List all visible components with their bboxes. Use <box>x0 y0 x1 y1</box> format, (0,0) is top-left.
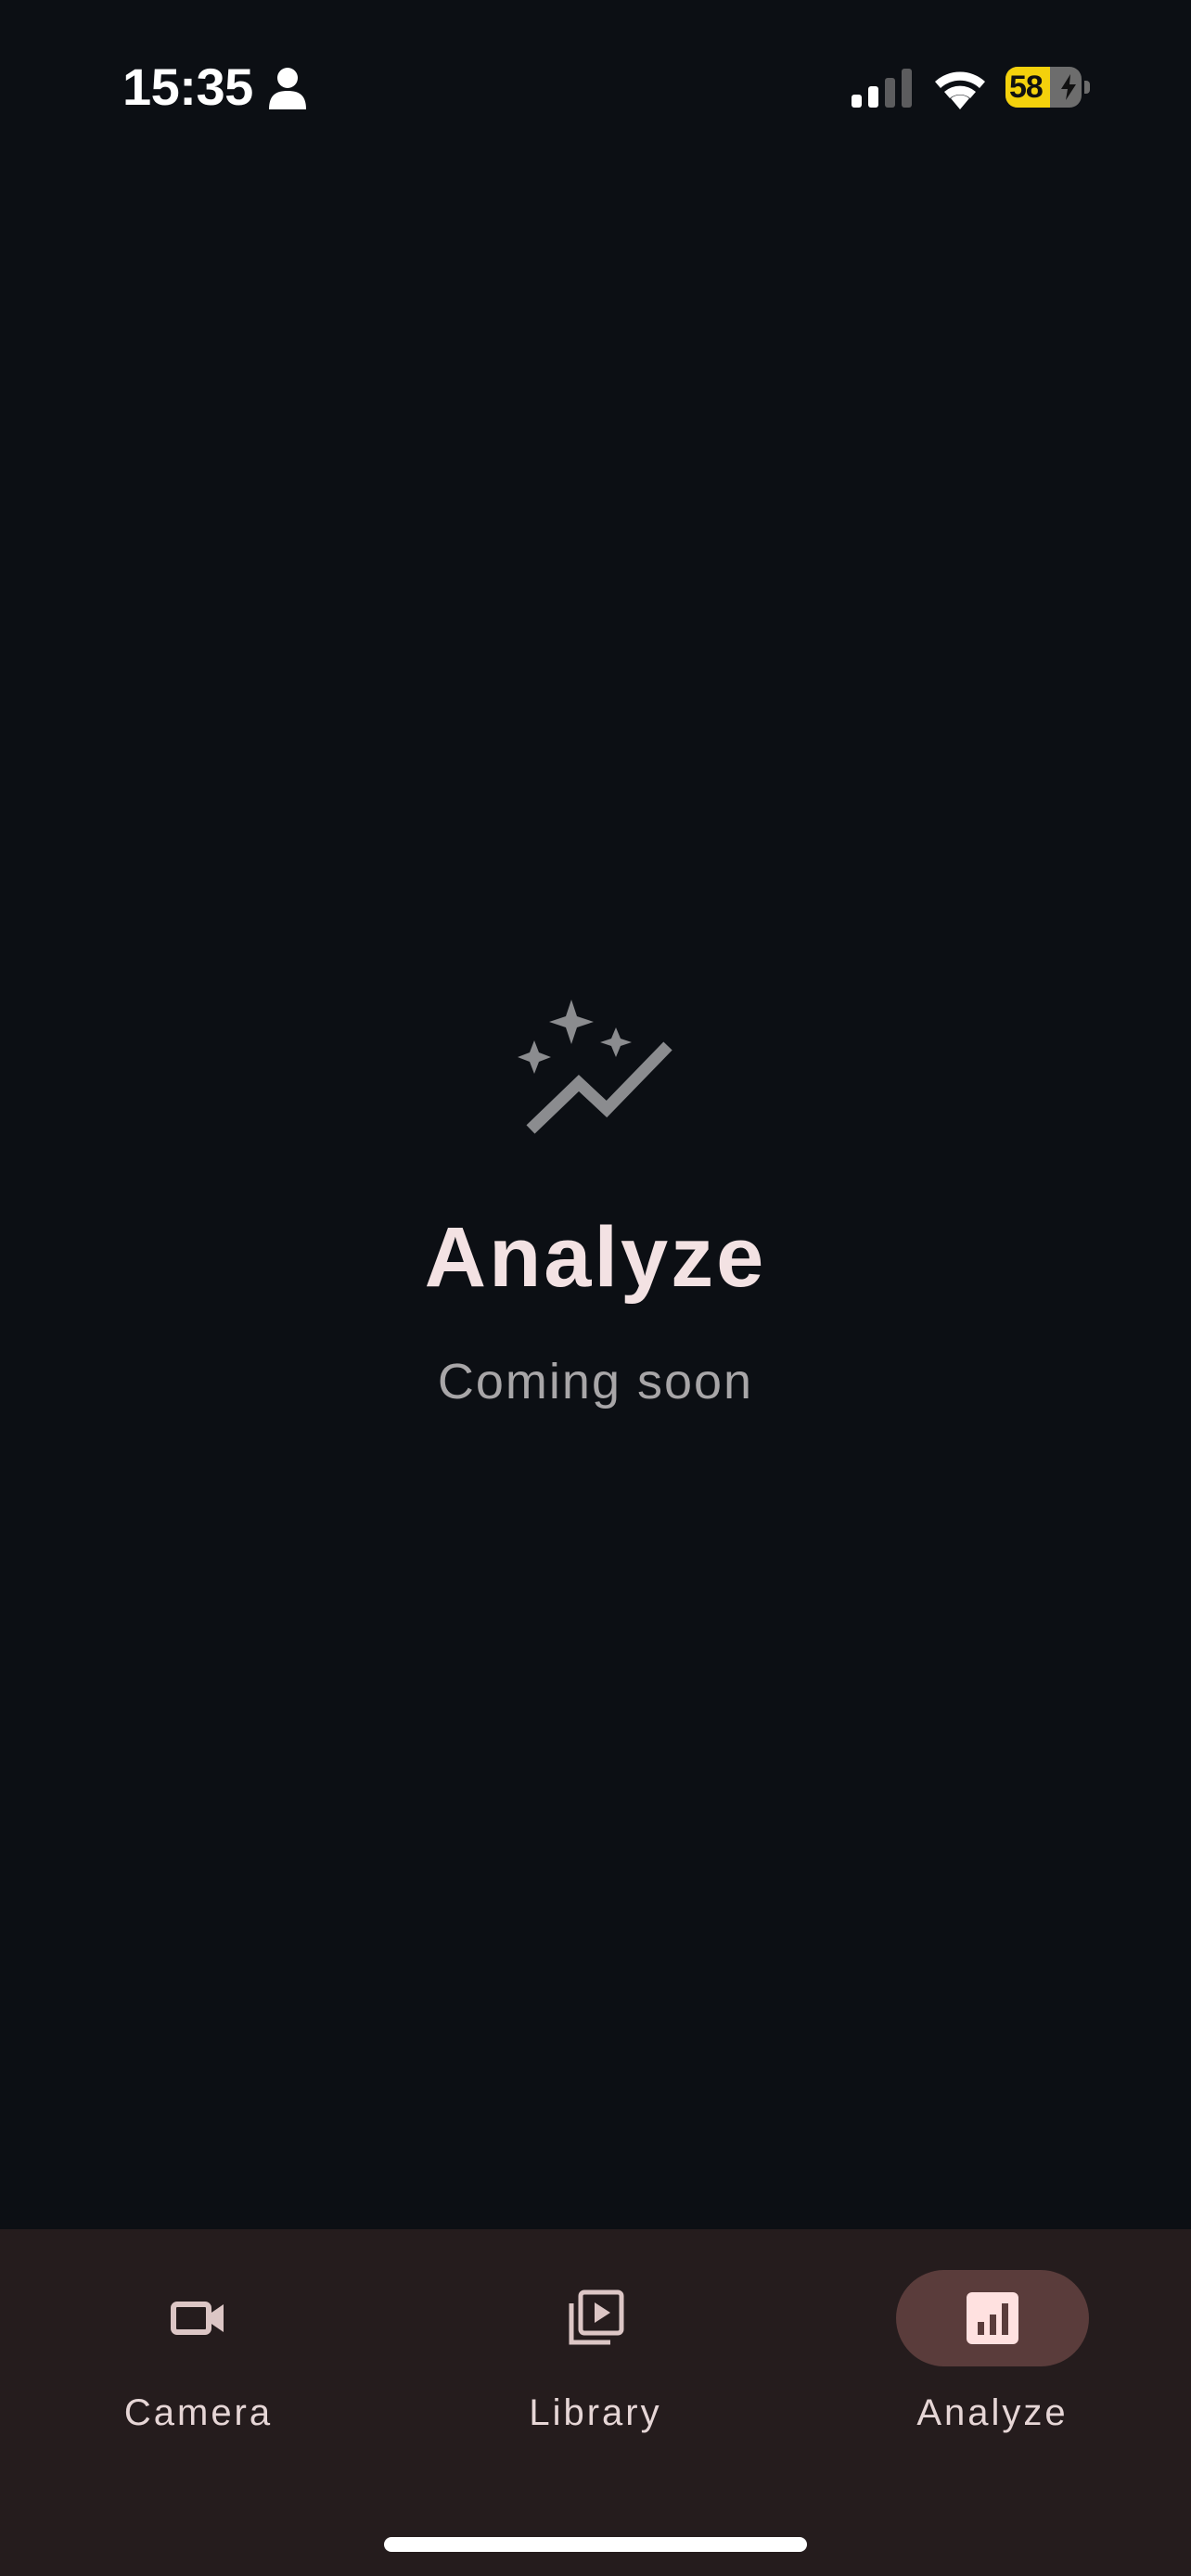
video-library-icon <box>569 2289 624 2345</box>
page-title: Analyze <box>424 1210 767 1305</box>
bottom-nav: Camera Library Analyze <box>0 2229 1191 2576</box>
battery-percent: 58 <box>1009 70 1044 105</box>
nav-item-library[interactable]: Library <box>456 2270 735 2446</box>
nav-label-camera: Camera <box>123 2392 274 2433</box>
video-camera-icon <box>171 2302 224 2335</box>
status-time: 15:35 <box>122 57 253 116</box>
battery-nub <box>1084 81 1090 94</box>
battery-body: 58 <box>1005 67 1082 108</box>
nav-item-analyze[interactable]: Analyze <box>853 2270 1132 2446</box>
sparkle-trend-icon <box>518 1000 672 1134</box>
person-icon <box>269 68 306 109</box>
nav-label-analyze: Analyze <box>916 2392 1069 2433</box>
cellular-signal-icon <box>852 69 912 108</box>
analyze-screen: Analyze Coming soon <box>0 176 1191 2229</box>
nav-item-camera[interactable]: Camera <box>59 2270 338 2446</box>
home-indicator[interactable] <box>384 2537 807 2552</box>
battery-icon: 58 <box>1005 67 1091 108</box>
page-subtitle: Coming soon <box>437 1354 754 1409</box>
bar-chart-icon <box>967 2292 1018 2344</box>
charging-bolt-icon <box>1061 74 1076 100</box>
nav-label-library: Library <box>529 2392 662 2433</box>
wifi-icon <box>935 71 985 109</box>
status-bar: 15:35 58 <box>0 0 1191 176</box>
